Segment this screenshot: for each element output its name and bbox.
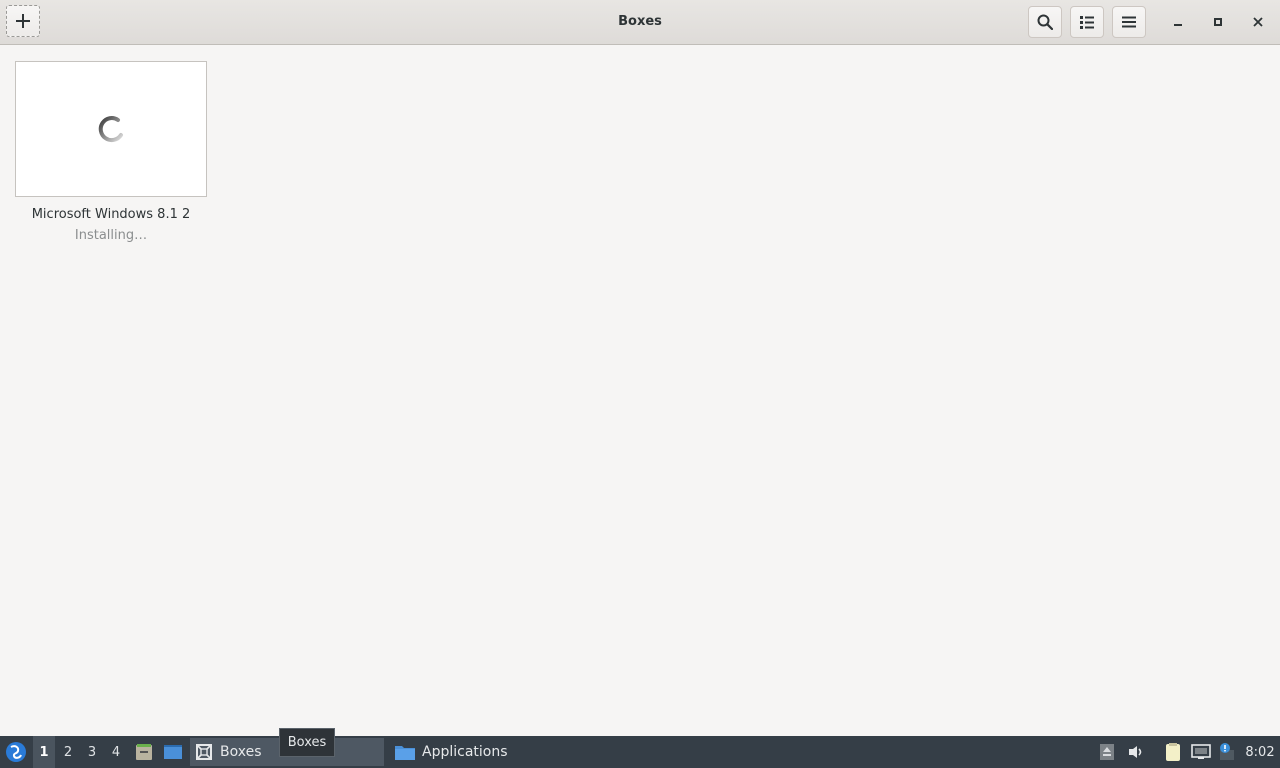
new-box-button[interactable] bbox=[6, 5, 40, 37]
box-item[interactable]: Microsoft Windows 8.1 2 Installing… bbox=[15, 61, 207, 243]
tray-volume-button[interactable] bbox=[1124, 736, 1148, 768]
loading-spinner-icon bbox=[98, 116, 123, 143]
task-applications-label: Applications bbox=[422, 744, 508, 760]
clipboard-icon bbox=[1166, 743, 1180, 761]
file-manager-icon bbox=[136, 744, 152, 760]
clock[interactable]: 8:02 bbox=[1240, 736, 1280, 768]
boxes-app-icon bbox=[196, 744, 212, 760]
close-button[interactable] bbox=[1247, 11, 1269, 33]
search-button[interactable] bbox=[1028, 6, 1062, 38]
view-toggle-button[interactable] bbox=[1070, 6, 1104, 38]
notification-icon bbox=[1220, 743, 1234, 760]
show-desktop-button[interactable] bbox=[160, 736, 186, 768]
tray-clipboard-button[interactable] bbox=[1161, 736, 1185, 768]
box-name: Microsoft Windows 8.1 2 bbox=[31, 207, 191, 222]
list-view-icon bbox=[1080, 16, 1094, 29]
workspace-1[interactable]: 1 bbox=[33, 736, 55, 768]
distro-logo-icon bbox=[6, 742, 26, 762]
eject-icon bbox=[1100, 744, 1114, 760]
task-tooltip: Boxes bbox=[279, 728, 335, 757]
tray-eject-button[interactable] bbox=[1096, 736, 1118, 768]
tray-updates-button[interactable] bbox=[1214, 736, 1238, 768]
maximize-icon bbox=[1214, 18, 1222, 26]
box-status: Installing… bbox=[74, 228, 148, 243]
minimize-icon bbox=[1174, 24, 1182, 26]
boxes-window: Boxes Microsoft Windows 8.1 2 Installing… bbox=[0, 0, 1280, 736]
header-bar: Boxes bbox=[0, 0, 1280, 45]
workspace-3[interactable]: 3 bbox=[81, 736, 103, 768]
close-icon bbox=[1253, 17, 1263, 27]
folder-icon bbox=[395, 746, 415, 760]
start-menu-button[interactable] bbox=[4, 736, 28, 768]
box-thumbnail[interactable] bbox=[15, 61, 207, 197]
maximize-button[interactable] bbox=[1207, 11, 1229, 33]
minimize-button[interactable] bbox=[1167, 11, 1189, 33]
task-applications[interactable]: Applications bbox=[392, 738, 592, 766]
desktop-icon bbox=[164, 745, 182, 759]
taskbar: 1 2 3 4 Boxes Applications 8:02 bbox=[0, 736, 1280, 768]
workspace-2[interactable]: 2 bbox=[57, 736, 79, 768]
plus-icon bbox=[16, 14, 30, 28]
hamburger-menu-icon bbox=[1122, 16, 1136, 28]
task-boxes-label: Boxes bbox=[220, 744, 262, 760]
search-icon bbox=[1037, 14, 1053, 30]
volume-icon bbox=[1129, 746, 1142, 758]
main-menu-button[interactable] bbox=[1112, 6, 1146, 38]
file-manager-launcher[interactable] bbox=[132, 736, 156, 768]
workspace-4[interactable]: 4 bbox=[105, 736, 127, 768]
tray-network-button[interactable] bbox=[1189, 736, 1213, 768]
network-icon bbox=[1191, 744, 1211, 759]
